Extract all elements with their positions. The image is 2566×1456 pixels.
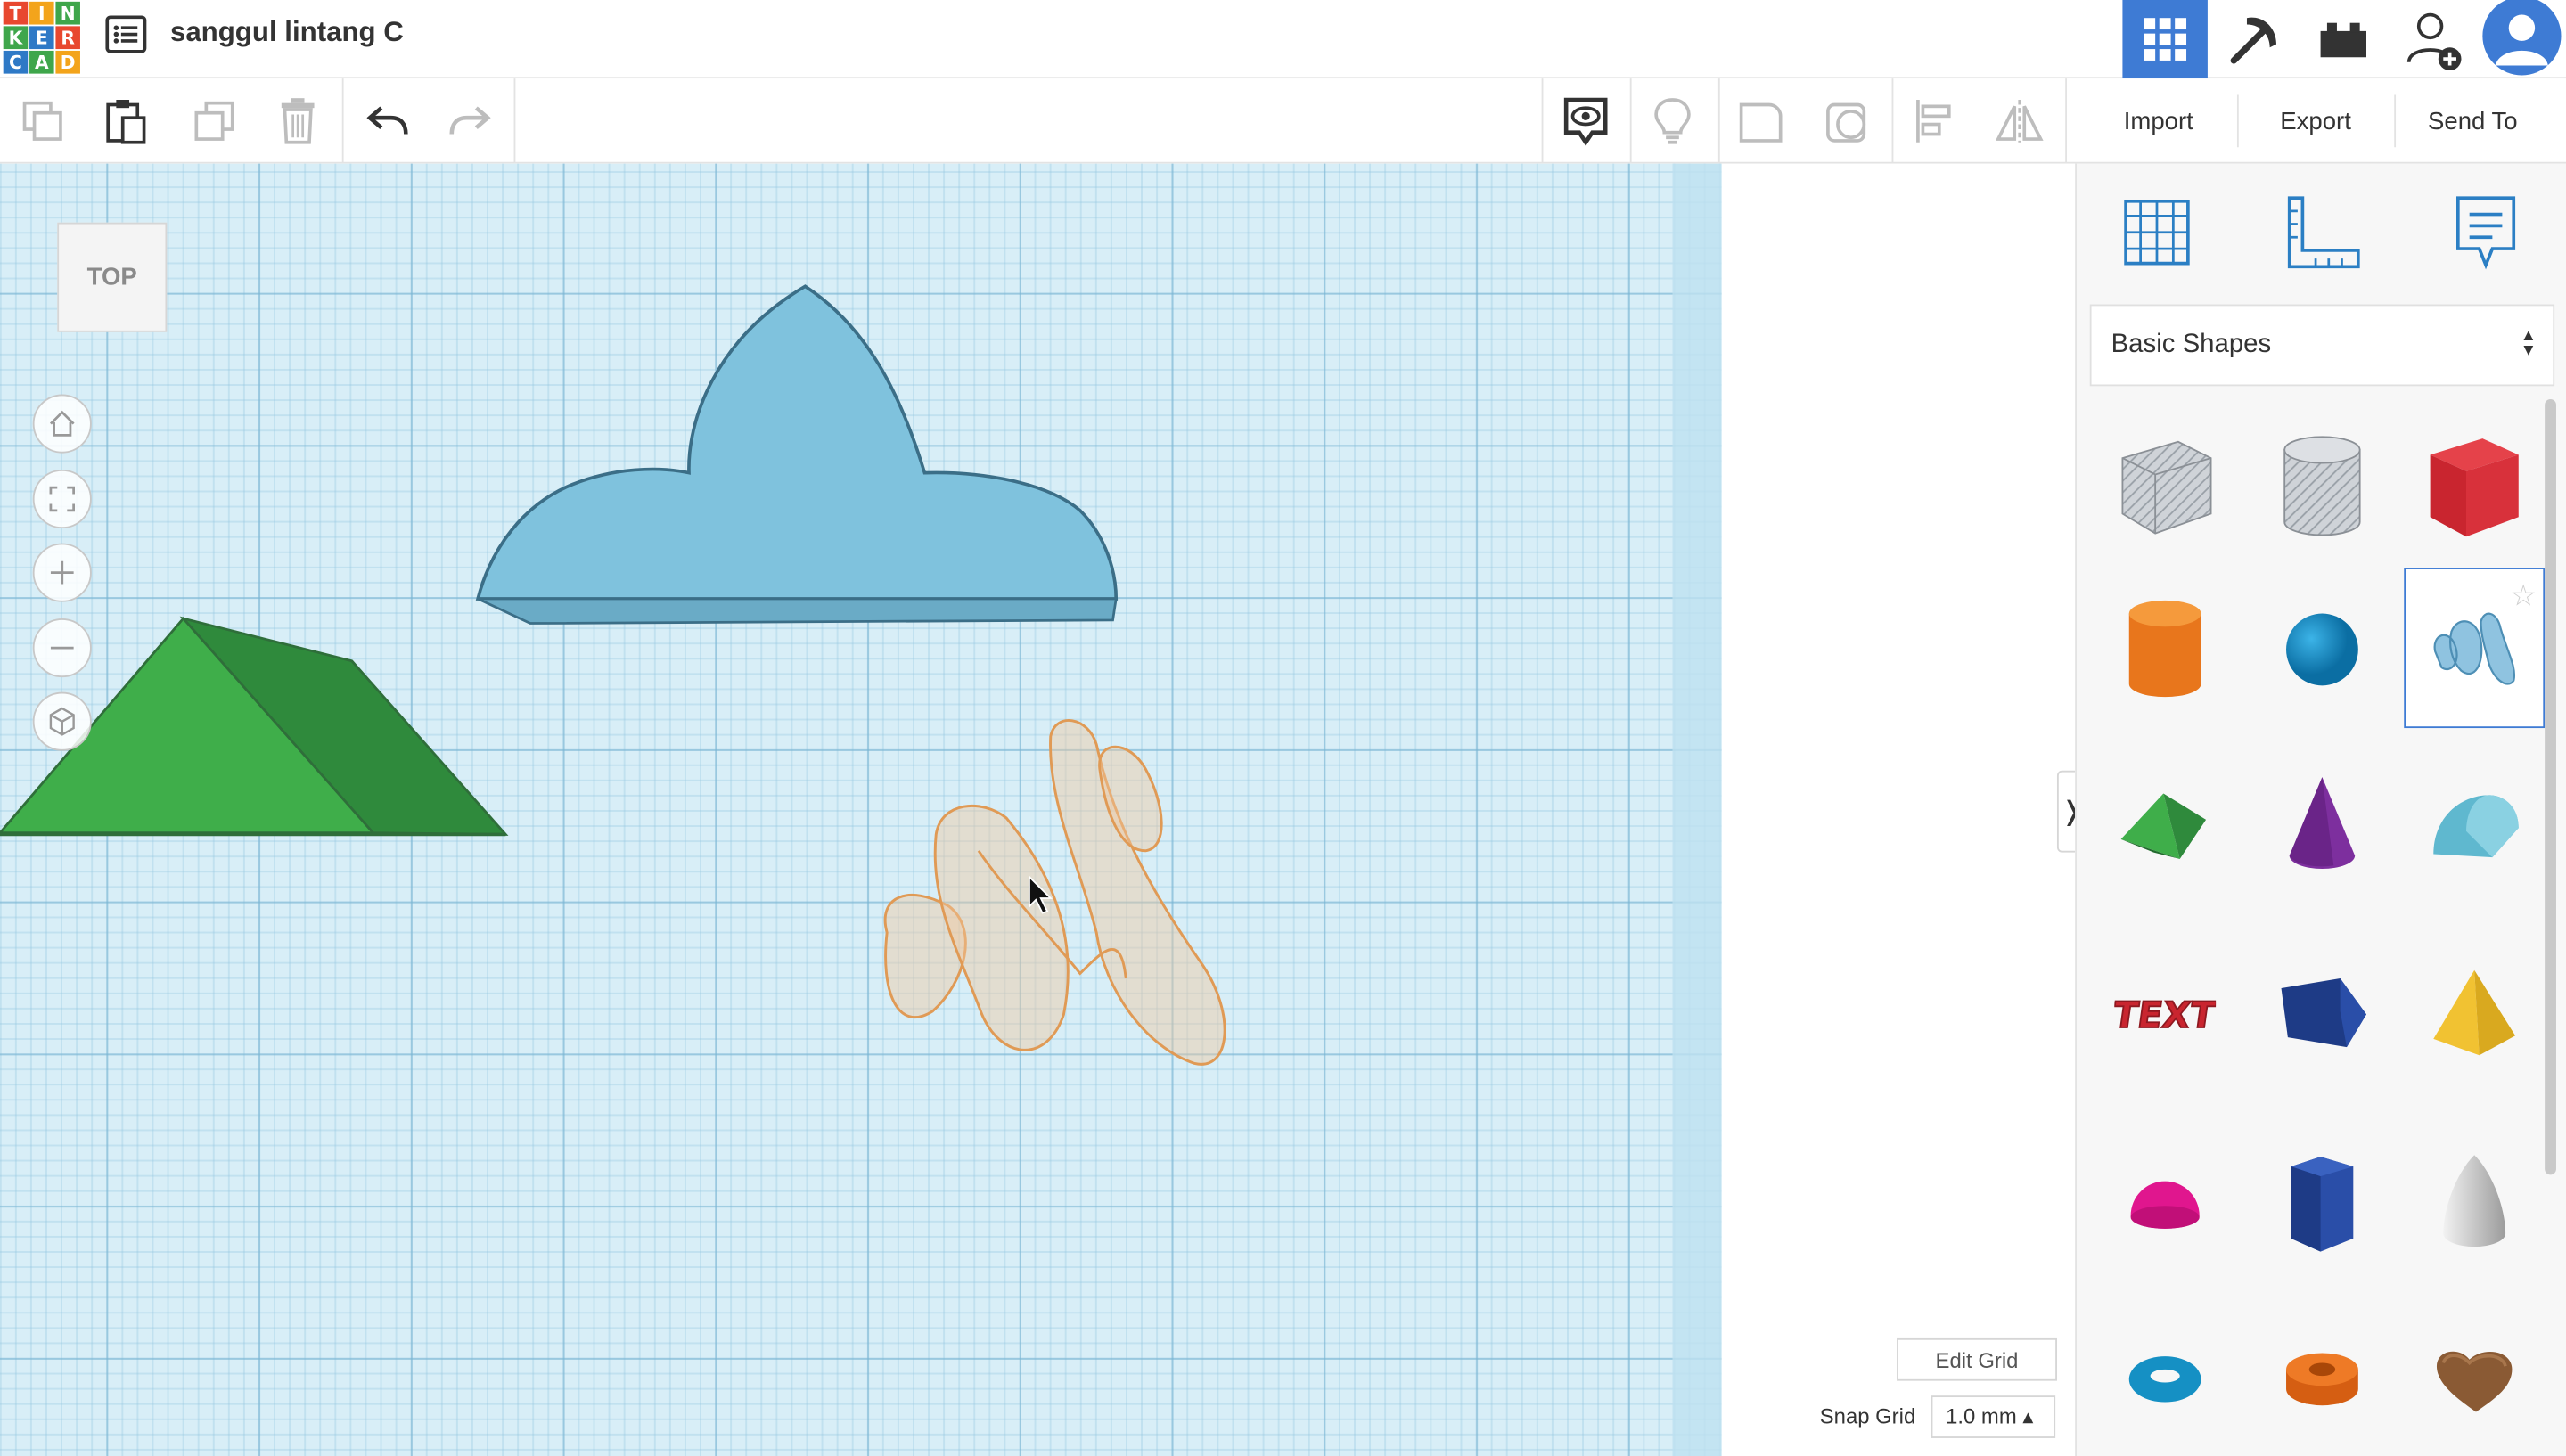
design-list-icon[interactable] <box>105 15 148 54</box>
fit-view-icon[interactable] <box>32 469 92 529</box>
chevron-right-icon: ❭ <box>2061 795 2075 828</box>
logo-letter: T <box>3 1 29 25</box>
notes-icon[interactable] <box>2440 186 2532 278</box>
group-icon[interactable] <box>1822 94 1874 147</box>
logo-letter: K <box>3 26 29 50</box>
shape-sphere[interactable] <box>2251 569 2392 730</box>
shape-cone[interactable] <box>2251 744 2392 904</box>
ruler-icon[interactable] <box>2276 186 2368 278</box>
scene-shapes <box>0 284 1226 1066</box>
export-button[interactable]: Export <box>2245 91 2387 151</box>
logo-letter: N <box>55 1 80 25</box>
select-arrows-icon: ▲ ▼ <box>2520 327 2537 360</box>
svg-text:TEXT: TEXT <box>2114 994 2216 1036</box>
logo-letter: E <box>29 26 54 50</box>
shape-roof[interactable] <box>2095 744 2235 904</box>
pickaxe-icon[interactable] <box>2212 0 2297 78</box>
shape-text[interactable]: TEXT <box>2095 933 2235 1093</box>
edit-toolbar: Import Export Send To <box>0 78 2566 164</box>
shape-outline-icon[interactable] <box>1734 94 1787 147</box>
toolbar-separator <box>341 78 344 164</box>
shape-scribble[interactable]: ☆ <box>2404 568 2546 729</box>
perspective-icon[interactable] <box>32 691 92 751</box>
workplane-icon[interactable] <box>2111 186 2203 278</box>
panel-scrollbar[interactable] <box>2545 399 2556 1175</box>
notes-visibility-icon[interactable] <box>1560 94 1612 147</box>
shape-wedge[interactable] <box>2251 933 2392 1093</box>
edit-grid-button[interactable]: Edit Grid <box>1897 1337 2057 1381</box>
shape-cylinder-hole[interactable] <box>2251 405 2392 566</box>
tinkercad-logo[interactable]: T I N K E R C A D <box>3 1 82 74</box>
mirror-icon[interactable] <box>1993 94 2045 147</box>
shape-tube[interactable] <box>2251 1299 2392 1456</box>
panel-collapse-tab[interactable]: ❭ <box>2056 770 2076 853</box>
shape-torus[interactable] <box>2095 1299 2235 1456</box>
snap-grid-select[interactable]: 1.0 mm ▴ <box>1931 1395 2056 1438</box>
toolbar-separator <box>2065 78 2067 164</box>
orange-scribble-hole[interactable] <box>883 719 1226 1066</box>
toolbar-separator <box>1717 78 1720 164</box>
view-cube[interactable]: TOP <box>57 222 168 332</box>
lightbulb-icon[interactable] <box>1646 94 1699 147</box>
shape-pyramid[interactable] <box>2404 933 2545 1093</box>
shape-library-select[interactable]: Basic Shapes ▲ ▼ <box>2089 304 2555 387</box>
import-button[interactable]: Import <box>2087 91 2229 151</box>
home-view-icon[interactable] <box>32 394 92 454</box>
copy-icon[interactable] <box>16 94 69 147</box>
toolbar-separator <box>2236 94 2239 148</box>
bricks-icon[interactable] <box>2301 0 2386 78</box>
tinkercad-app: T I N K E R C A D sanggul lintang C Impo… <box>0 0 2566 1456</box>
toolbar-separator <box>513 78 516 164</box>
logo-letter: R <box>55 26 80 50</box>
favorite-star-icon[interactable]: ☆ <box>2510 579 2537 614</box>
align-icon[interactable] <box>1908 94 1961 147</box>
logo-letter: A <box>29 50 54 74</box>
duplicate-icon[interactable] <box>188 94 241 147</box>
document-title[interactable]: sanggul lintang C <box>170 16 404 49</box>
3d-design-grid-icon[interactable] <box>2122 0 2208 79</box>
shapes-panel: Basic Shapes ▲ ▼ ☆ TEXT <box>2075 163 2566 1456</box>
snap-grid-label: Snap Grid <box>1819 1403 1916 1428</box>
logo-letter: I <box>29 1 54 25</box>
shape-box-hole[interactable] <box>2095 405 2235 566</box>
toolbar-separator <box>1541 78 1544 164</box>
shape-polygon[interactable] <box>2251 1123 2392 1283</box>
logo-letter: C <box>3 50 29 74</box>
add-user-icon[interactable] <box>2391 0 2476 78</box>
redo-icon[interactable] <box>444 94 496 147</box>
delete-icon[interactable] <box>272 94 324 147</box>
logo-letter: D <box>55 50 80 74</box>
user-avatar-icon[interactable] <box>2480 0 2564 78</box>
library-name: Basic Shapes <box>2111 330 2272 359</box>
shape-round-roof[interactable] <box>2404 744 2545 904</box>
undo-icon[interactable] <box>362 94 414 147</box>
shape-half-sphere[interactable] <box>2095 1123 2235 1283</box>
send-to-button[interactable]: Send To <box>2402 91 2544 151</box>
paste-icon[interactable] <box>100 94 152 147</box>
shape-cylinder[interactable] <box>2095 569 2235 730</box>
shape-heart[interactable] <box>2404 1299 2545 1456</box>
app-header: T I N K E R C A D sanggul lintang C <box>0 0 2566 79</box>
zoom-in-icon[interactable] <box>32 543 92 602</box>
shape-paraboloid[interactable] <box>2404 1123 2545 1283</box>
toolbar-separator <box>1629 78 1632 164</box>
toolbar-separator <box>2394 94 2397 148</box>
zoom-out-icon[interactable] <box>32 618 92 678</box>
blue-cloud-shape[interactable] <box>475 284 1119 625</box>
workplane-canvas[interactable]: TOP Edit Grid Snap Grid 1.0 mm ▴ ❭ <box>0 163 2076 1456</box>
toolbar-separator <box>1891 78 1894 164</box>
shape-box[interactable] <box>2404 405 2545 566</box>
